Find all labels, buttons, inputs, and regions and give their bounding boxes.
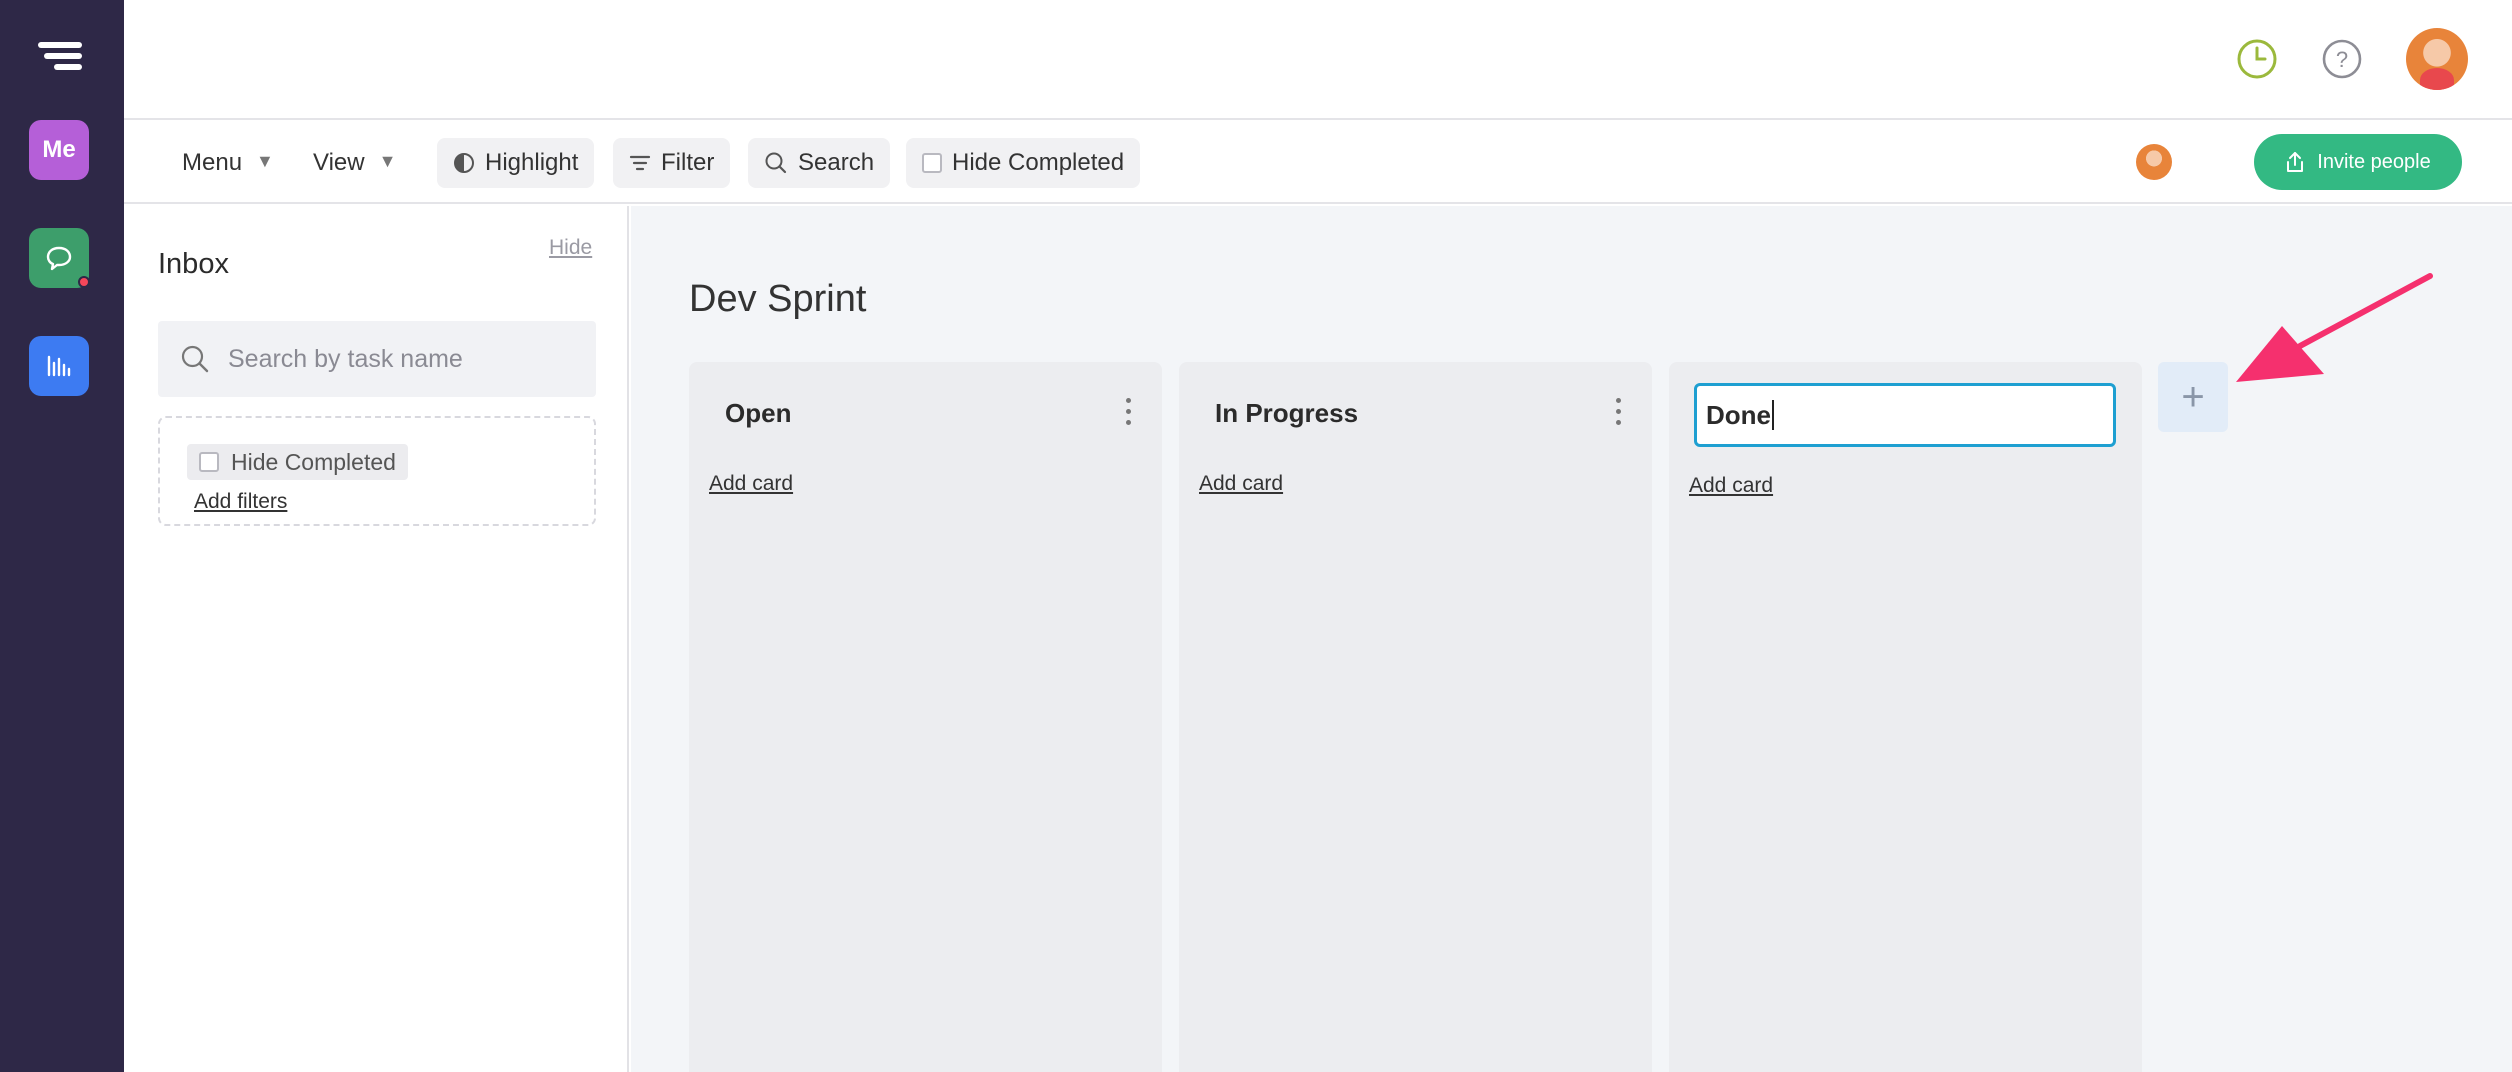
board-title: Dev Sprint — [689, 278, 867, 320]
column-name-input[interactable]: Done — [1694, 383, 2116, 447]
caret-down-icon: ▼ — [378, 150, 397, 171]
left-rail: Me — [0, 0, 124, 1072]
search-icon — [181, 345, 209, 373]
svg-text:?: ? — [2336, 47, 2348, 72]
search-icon — [764, 151, 788, 175]
search-placeholder: Search by task name — [228, 344, 463, 373]
highlight-icon — [453, 152, 475, 174]
add-card-link[interactable]: Add card — [1689, 474, 1773, 498]
highlight-button[interactable]: Highlight — [437, 138, 595, 188]
filter-button[interactable]: Filter — [613, 138, 731, 188]
me-label: Me — [42, 136, 76, 163]
view-label: View — [313, 149, 365, 176]
plus-icon: + — [2181, 374, 2205, 419]
chat-icon — [46, 246, 72, 271]
notification-dot — [78, 276, 90, 288]
hide-completed-toggle[interactable]: Hide Completed — [906, 138, 1141, 188]
app-window: Me ? Menu ▼ View ▼ Highlight Filter Sear… — [0, 0, 2512, 1072]
user-avatar[interactable] — [2406, 28, 2468, 90]
column-name-value: Done — [1706, 399, 1771, 430]
add-filters-link[interactable]: Add filters — [194, 490, 287, 514]
highlight-label: Highlight — [485, 149, 579, 176]
menu-label: Menu — [182, 149, 243, 176]
share-icon — [2285, 151, 2305, 173]
add-column-button[interactable]: + — [2158, 362, 2228, 432]
column-menu-icon[interactable] — [1126, 398, 1132, 428]
hide-completed-checkbox[interactable] — [922, 153, 942, 173]
inbox-title: Inbox — [158, 248, 229, 280]
hide-completed-label: Hide Completed — [952, 149, 1125, 176]
logo-icon[interactable] — [38, 42, 82, 72]
clock-icon[interactable] — [2236, 38, 2278, 80]
inbox-hide-completed-label: Hide Completed — [231, 448, 396, 475]
caret-down-icon: ▼ — [256, 150, 274, 171]
reports-button[interactable] — [29, 336, 89, 396]
view-dropdown[interactable]: View ▼ — [313, 142, 396, 184]
column-open: Open Add card — [689, 362, 1162, 1072]
search-label: Search — [798, 149, 875, 176]
chart-icon — [47, 355, 71, 377]
column-menu-icon[interactable] — [1616, 398, 1622, 428]
text-cursor — [1772, 400, 1774, 430]
inbox-filters: Hide Completed Add filters — [158, 416, 596, 526]
search-button[interactable]: Search — [748, 138, 891, 188]
me-button[interactable]: Me — [29, 120, 89, 180]
column-done: Done Add card — [1669, 362, 2142, 1072]
inbox-hide-completed-checkbox[interactable] — [199, 452, 219, 472]
inbox-hide-completed-toggle[interactable]: Hide Completed — [187, 444, 408, 480]
menu-dropdown[interactable]: Menu ▼ — [182, 142, 274, 184]
column-name[interactable]: In Progress — [1215, 398, 1358, 429]
toolbar: Menu ▼ View ▼ Highlight Filter Search Hi… — [124, 122, 2512, 204]
pointer-arrow-icon — [2236, 273, 2433, 382]
task-search-input[interactable]: Search by task name — [158, 321, 596, 397]
add-card-link[interactable]: Add card — [709, 472, 793, 496]
top-bar: ? — [124, 0, 2512, 120]
invite-people-button[interactable]: Invite people — [2254, 134, 2462, 190]
hide-inbox-link[interactable]: Hide — [549, 236, 592, 260]
invite-label: Invite people — [2317, 150, 2431, 173]
filter-label: Filter — [661, 149, 715, 176]
member-avatar[interactable] — [2136, 144, 2172, 180]
column-in-progress: In Progress Add card — [1179, 362, 1652, 1072]
add-card-link[interactable]: Add card — [1199, 472, 1283, 496]
inbox-panel: Inbox Hide Search by task name Hide Comp… — [124, 206, 629, 1072]
filter-icon — [629, 154, 651, 172]
column-name[interactable]: Open — [725, 398, 791, 429]
help-icon[interactable]: ? — [2321, 38, 2363, 80]
